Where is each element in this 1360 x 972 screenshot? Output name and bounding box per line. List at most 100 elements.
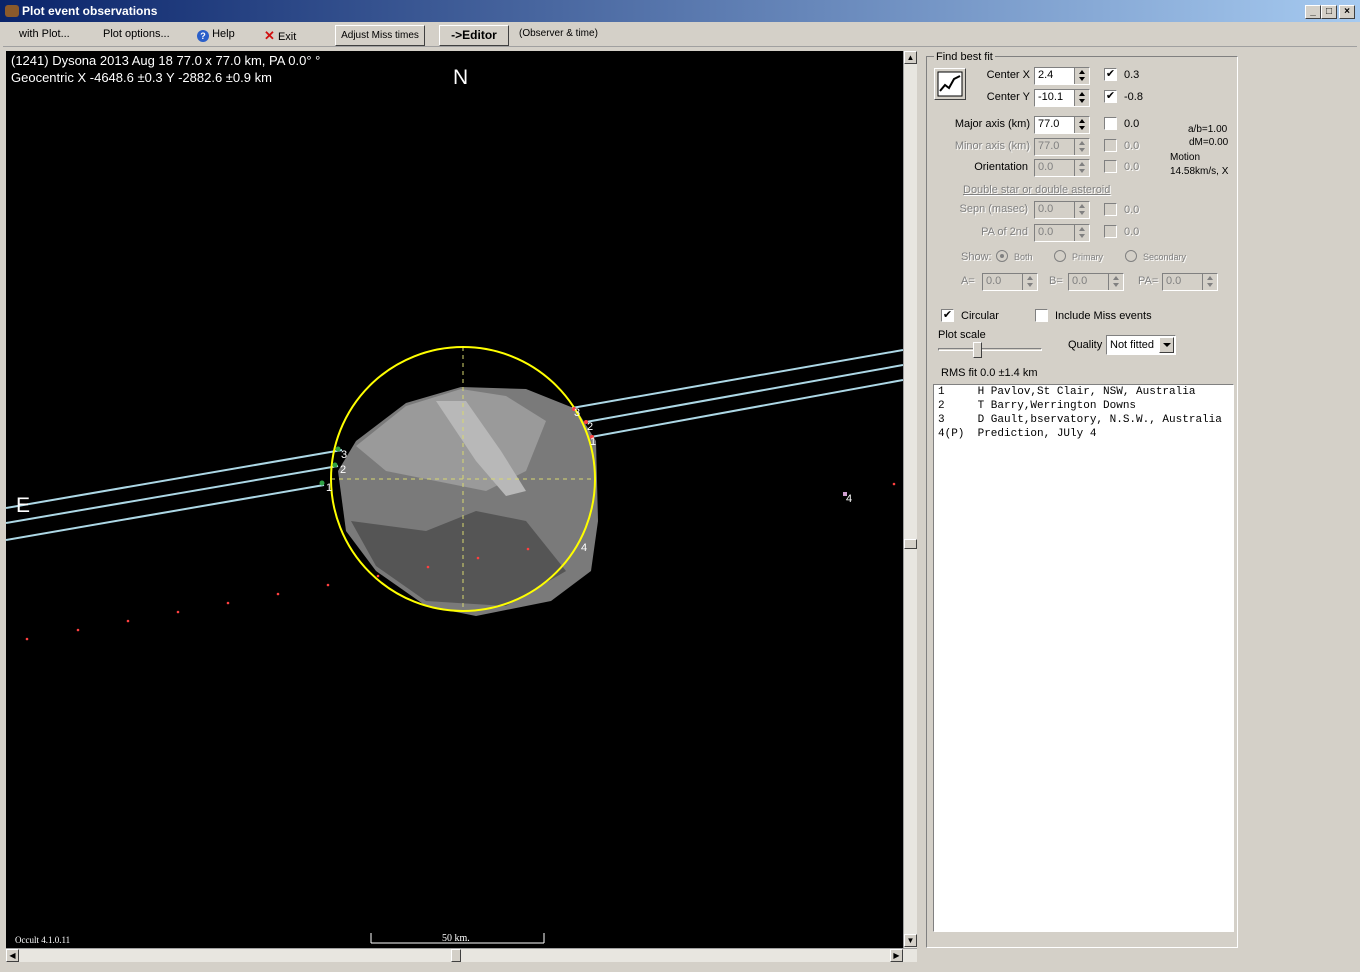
center-x-spinner[interactable]: 2.4 bbox=[1034, 67, 1090, 85]
quality-dropdown[interactable]: Not fitted bbox=[1106, 335, 1176, 355]
sepn-spinner[interactable]: 0.0 bbox=[1034, 201, 1090, 219]
editor-button[interactable]: ->Editor bbox=[439, 25, 509, 46]
chevron-down-icon bbox=[1159, 337, 1174, 353]
help-icon: ? bbox=[197, 30, 209, 42]
circular-label: Circular bbox=[961, 310, 999, 322]
chord-label: 4 bbox=[846, 493, 853, 505]
help-menu[interactable]: ? Help bbox=[197, 28, 235, 42]
chord-3-west bbox=[6, 449, 343, 509]
with-plot-menu[interactable]: with Plot... bbox=[19, 28, 70, 40]
menu-bar: with Plot... Plot options... ? Help ✕ Ex… bbox=[3, 23, 1357, 47]
show-both-radio[interactable] bbox=[996, 250, 1008, 262]
show-secondary-label: Secondary bbox=[1143, 252, 1187, 262]
plot-graphics bbox=[6, 346, 903, 944]
orientation-spinner[interactable]: 0.0 bbox=[1034, 159, 1090, 177]
chord-2-west bbox=[6, 465, 339, 524]
pa-spinner[interactable]: 0.0 bbox=[1162, 273, 1218, 291]
chord-2-east bbox=[585, 364, 903, 423]
prediction-dot bbox=[526, 547, 530, 551]
major-axis-checkbox[interactable] bbox=[1104, 117, 1117, 130]
chord-label: 3 bbox=[341, 449, 348, 461]
center-y-delta: -0.8 bbox=[1124, 91, 1143, 103]
center-y-label: Center Y bbox=[986, 91, 1030, 103]
center-y-spinner[interactable]: -10.1 bbox=[1034, 89, 1090, 107]
prediction-dot bbox=[126, 619, 130, 623]
plot-canvas[interactable]: (1241) Dysona 2013 Aug 18 77.0 x 77.0 km… bbox=[6, 51, 903, 948]
double-star-link[interactable]: Double star or double asteroid bbox=[963, 184, 1110, 196]
minor-axis-label: Minor axis (km) bbox=[954, 140, 1030, 152]
minor-axis-delta: 0.0 bbox=[1124, 140, 1140, 152]
orientation-delta: 0.0 bbox=[1124, 161, 1140, 173]
exit-menu[interactable]: ✕ Exit bbox=[264, 28, 296, 44]
observer-list[interactable]: 1 H Pavlov,St Clair, NSW, Australia 2 T … bbox=[933, 384, 1234, 932]
prediction-dot bbox=[476, 556, 480, 560]
north-label: N bbox=[453, 66, 469, 89]
center-x-delta: 0.3 bbox=[1124, 69, 1140, 81]
a-spinner[interactable]: 0.0 bbox=[982, 273, 1038, 291]
minor-axis-checkbox[interactable] bbox=[1104, 139, 1117, 152]
vertical-scrollbar[interactable]: ▲ ▼ bbox=[903, 51, 917, 948]
sepn-label: Sepn (masec) bbox=[959, 203, 1028, 215]
horizontal-scrollbar[interactable]: ◀ ▶ bbox=[6, 948, 917, 962]
a-label: A= bbox=[961, 275, 975, 287]
chord-label: 2 bbox=[587, 421, 594, 433]
exit-icon: ✕ bbox=[264, 28, 275, 43]
include-miss-label: Include Miss events bbox=[1055, 310, 1152, 322]
plot-scale-slider[interactable] bbox=[938, 342, 1044, 358]
window-title: Plot event observations bbox=[22, 4, 158, 18]
list-item[interactable]: 3 D Gault,bservatory, N.S.W., Australia bbox=[934, 413, 1233, 427]
show-secondary-radio[interactable] bbox=[1125, 250, 1137, 262]
version-label: Occult 4.1.0.11 bbox=[15, 935, 71, 945]
scroll-down-button[interactable]: ▼ bbox=[904, 934, 917, 947]
scroll-up-button[interactable]: ▲ bbox=[904, 51, 917, 64]
orientation-checkbox[interactable] bbox=[1104, 160, 1117, 173]
show-primary-radio[interactable] bbox=[1054, 250, 1066, 262]
chord-3-east bbox=[571, 349, 903, 409]
observer-time-menu[interactable]: (Observer & time) bbox=[519, 28, 598, 39]
quality-label: Quality bbox=[1068, 339, 1103, 351]
include-miss-checkbox[interactable] bbox=[1035, 309, 1048, 322]
chord-1-west bbox=[6, 484, 325, 541]
list-item[interactable]: 1 H Pavlov,St Clair, NSW, Australia bbox=[934, 385, 1233, 399]
motion-label: Motion bbox=[1170, 152, 1201, 163]
minimize-button[interactable]: _ bbox=[1305, 5, 1321, 19]
prediction-dot bbox=[892, 482, 896, 486]
center-y-checkbox[interactable]: ✔ bbox=[1104, 90, 1117, 103]
plot-options-menu[interactable]: Plot options... bbox=[103, 28, 170, 40]
pa-label: PA= bbox=[1138, 275, 1159, 287]
adjust-miss-times-button[interactable]: Adjust Miss times bbox=[335, 25, 425, 46]
prediction-dot bbox=[176, 610, 180, 614]
minor-axis-spinner[interactable]: 77.0 bbox=[1034, 138, 1090, 156]
scroll-right-button[interactable]: ▶ bbox=[890, 949, 903, 962]
slider-thumb[interactable] bbox=[973, 342, 982, 358]
scroll-left-button[interactable]: ◀ bbox=[6, 949, 19, 962]
plot-header-line2: Geocentric X -4648.6 ±0.3 Y -2882.6 ±0.9… bbox=[11, 70, 272, 85]
dm-value: dM=0.00 bbox=[1189, 137, 1229, 148]
pa2-spinner[interactable]: 0.0 bbox=[1034, 224, 1090, 242]
scale-label: 50 km. bbox=[442, 933, 470, 944]
sepn-checkbox[interactable] bbox=[1104, 203, 1117, 216]
event-marker bbox=[332, 462, 338, 468]
center-x-checkbox[interactable]: ✔ bbox=[1104, 68, 1117, 81]
scroll-thumb[interactable] bbox=[451, 949, 461, 962]
chord-1-east bbox=[590, 379, 903, 438]
pa2-label: PA of 2nd bbox=[981, 226, 1028, 238]
b-spinner[interactable]: 0.0 bbox=[1068, 273, 1124, 291]
circular-checkbox[interactable]: ✔ bbox=[941, 309, 954, 322]
major-axis-spinner[interactable]: 77.0 bbox=[1034, 116, 1090, 134]
ab-ratio: a/b=1.00 bbox=[1188, 124, 1228, 135]
list-item[interactable]: 4(P) Prediction, JUly 4 bbox=[934, 427, 1233, 441]
major-axis-label: Major axis (km) bbox=[954, 118, 1030, 130]
maximize-button[interactable]: □ bbox=[1321, 5, 1337, 19]
scroll-thumb[interactable] bbox=[904, 539, 917, 549]
prediction-dot bbox=[426, 565, 430, 569]
motion-value: 14.58km/s, X bbox=[1170, 166, 1229, 177]
close-button[interactable]: × bbox=[1339, 5, 1355, 19]
pa2-delta: 0.0 bbox=[1124, 226, 1140, 238]
prediction-dot bbox=[326, 583, 330, 587]
event-marker bbox=[335, 446, 341, 452]
pa2-checkbox[interactable] bbox=[1104, 225, 1117, 238]
list-item[interactable]: 2 T Barry,Werrington Downs bbox=[934, 399, 1233, 413]
chord-label: 3 bbox=[574, 407, 581, 419]
east-label: E bbox=[16, 494, 31, 517]
